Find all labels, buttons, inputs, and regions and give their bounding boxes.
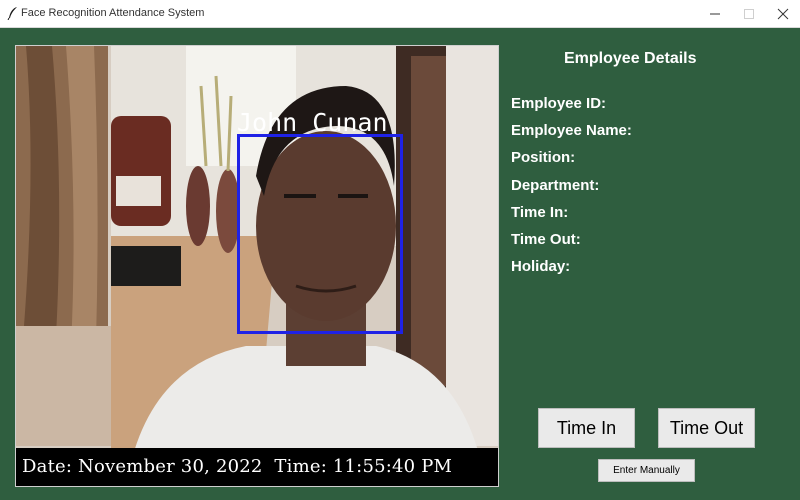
minimize-icon	[710, 13, 720, 14]
recognized-name: John Cunan	[237, 108, 388, 137]
enter-manually-button[interactable]: Enter Manually	[598, 459, 695, 482]
window-title: Face Recognition Attendance System	[21, 7, 205, 19]
datetime-bar: Date: November 30, 2022 Time: 11:55:40 P…	[16, 448, 498, 486]
employee-id-label: Employee ID:	[511, 95, 607, 112]
minimize-button[interactable]	[698, 0, 732, 27]
maximize-button[interactable]	[732, 0, 766, 27]
department-label: Department:	[511, 177, 600, 194]
holiday-label: Holiday:	[511, 258, 571, 275]
employee-details-heading: Employee Details	[564, 50, 697, 67]
time-out-label: Time Out:	[511, 231, 581, 248]
title-bar: Face Recognition Attendance System	[0, 0, 800, 28]
camera-feed: John Cunan Date: November 30, 2022 Time:…	[15, 45, 499, 487]
face-detection-box	[237, 134, 403, 334]
close-icon	[777, 8, 789, 19]
employee-name-label: Employee Name:	[511, 122, 632, 139]
time-in-label: Time In:	[511, 204, 569, 221]
time-out-button[interactable]: Time Out	[658, 408, 755, 448]
position-label: Position:	[511, 149, 576, 166]
feather-icon	[7, 6, 19, 21]
time-in-button[interactable]: Time In	[538, 408, 635, 448]
close-button[interactable]	[766, 0, 800, 27]
datetime-text: Date: November 30, 2022 Time: 11:55:40 P…	[22, 456, 453, 477]
maximize-icon	[744, 8, 754, 19]
